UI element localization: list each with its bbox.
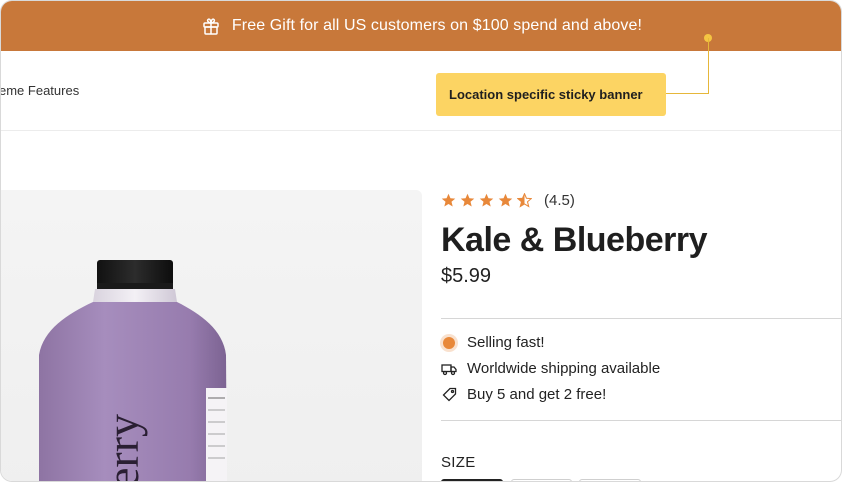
announcement-banner: Free Gift for all US customers on $100 s… <box>1 1 841 51</box>
star-icon <box>498 193 513 207</box>
feature-text: Selling fast! <box>467 334 545 351</box>
callout-tooltip: Location specific sticky banner <box>436 73 666 116</box>
star-icon <box>441 193 456 207</box>
header-nav: eme Features <box>1 51 841 131</box>
feature-selling-fast: Selling fast! <box>441 334 545 351</box>
bottle-label-text: erry <box>97 414 148 482</box>
truck-icon <box>441 361 457 377</box>
callout-connector <box>666 93 709 94</box>
callout-connector <box>708 38 709 94</box>
bottle-illustration: erry <box>39 260 227 482</box>
nav-link-theme-features[interactable]: eme Features <box>1 83 79 98</box>
size-label: SIZE <box>441 454 476 471</box>
callout-text: Location specific sticky banner <box>449 87 643 102</box>
selling-fast-pulse-icon <box>441 335 457 351</box>
feature-shipping: Worldwide shipping available <box>441 360 660 377</box>
product-rating[interactable]: (4.5) <box>441 192 575 209</box>
product-image[interactable]: erry <box>1 190 422 482</box>
gift-icon <box>202 17 220 35</box>
divider <box>441 420 841 421</box>
banner-text: Free Gift for all US customers on $100 s… <box>231 17 643 34</box>
star-icon <box>479 193 494 207</box>
feature-text: Buy 5 and get 2 free! <box>467 386 607 403</box>
tag-icon <box>441 387 457 403</box>
star-icon <box>460 193 475 207</box>
product-title: Kale & Blueberry <box>441 221 708 259</box>
divider <box>441 318 841 319</box>
rating-value: (4.5) <box>544 192 575 209</box>
feature-bundle-offer: Buy 5 and get 2 free! <box>441 386 606 403</box>
product-price: $5.99 <box>441 265 492 287</box>
half-star-icon <box>517 193 532 208</box>
feature-text: Worldwide shipping available <box>467 360 661 377</box>
browser-frame: Free Gift for all US customers on $100 s… <box>0 0 842 482</box>
